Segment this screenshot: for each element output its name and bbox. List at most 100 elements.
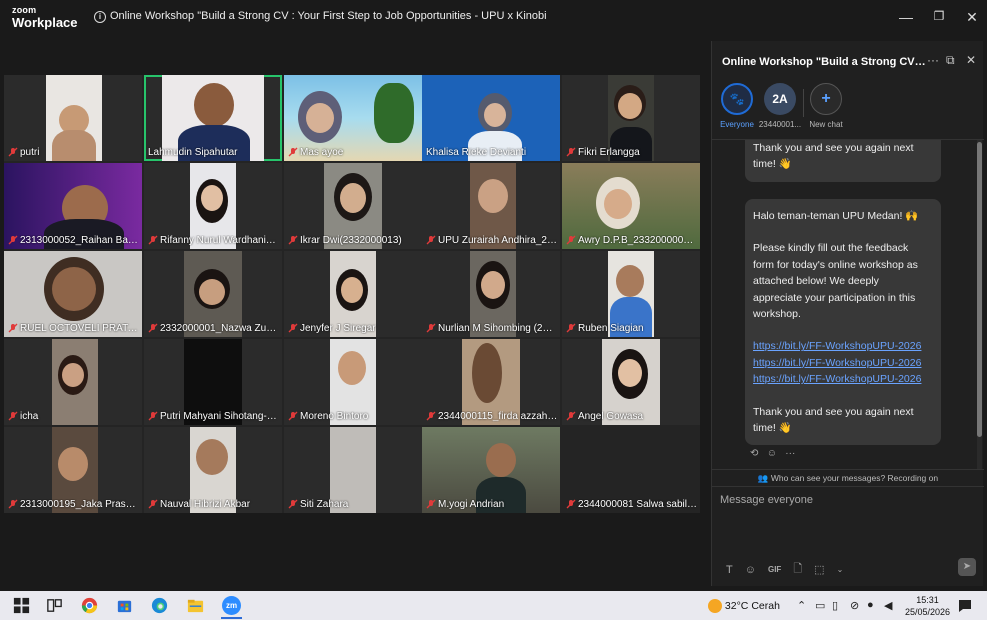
video-tile[interactable]: Jenyfer J Siregar <box>284 251 422 337</box>
task-view-icon[interactable] <box>45 596 64 615</box>
zoom-taskbar-icon[interactable]: zm <box>222 596 241 615</box>
send-button[interactable]: ➤ <box>958 558 976 576</box>
participant-name: 2332000001_Nazwa Zuhaira <box>160 323 280 334</box>
chevron-up-icon[interactable]: ⌃ <box>797 599 806 612</box>
participant-name: Siti Zahara <box>300 499 349 510</box>
participant-name: RUEL OCTOVELI PRATAMA ... <box>20 323 140 334</box>
chevron-down-icon[interactable]: ⌄ <box>837 565 844 574</box>
participant-name: M.yogi Andrian <box>438 499 505 510</box>
participant-name: Nauval Hibrizi Akbar <box>160 499 251 510</box>
participant-name: 2313000052_Raihan Bayu P... <box>20 235 140 246</box>
chat-panel: Online Workshop "Build a Strong CV : You… <box>711 41 984 586</box>
compose-toolbar: T ☺ GIF 🗋 ⬚ ⌄ <box>726 560 843 579</box>
video-tile[interactable]: Angel Gowasa <box>562 339 700 425</box>
participant-name: Moreno Bintoro <box>300 411 369 422</box>
video-tile[interactable]: Ruben Siagian <box>562 251 700 337</box>
microphone-icon[interactable]: ● <box>867 599 874 611</box>
video-tile[interactable]: M.yogi Andrian <box>422 427 560 513</box>
sun-icon <box>708 599 722 613</box>
participant-name: Angel Gowasa <box>578 411 644 422</box>
video-tile[interactable]: 2344000115_firda azzahra_... <box>422 339 560 425</box>
participant-name: icha <box>20 411 39 422</box>
video-tile[interactable]: Nauval Hibrizi Akbar <box>144 427 282 513</box>
chat-message: Halo teman-teman UPU Medan! 🙌 Please kin… <box>745 199 941 446</box>
feedback-link[interactable]: https://bit.ly/FF-WorkshopUPU-2026 <box>753 355 933 371</box>
screenshot-icon[interactable]: ⬚ <box>814 563 824 576</box>
video-tile[interactable]: Nurlian M Sihombing (234... <box>422 251 560 337</box>
participant-name: 2344000115_firda azzahra_... <box>438 411 558 422</box>
chrome-icon[interactable] <box>80 596 99 615</box>
video-tile[interactable]: Moreno Bintoro <box>284 339 422 425</box>
video-tile-active-speaker[interactable]: Lahmudin Sipahutar <box>144 75 282 161</box>
tab-new-chat[interactable]: + New chat <box>798 83 854 129</box>
battery-icon[interactable]: ▯ <box>832 599 838 612</box>
plus-icon: + <box>810 83 842 115</box>
restore-icon[interactable]: ❐ <box>929 9 949 23</box>
notification-icon[interactable] <box>958 599 972 613</box>
volume-icon[interactable]: ◀ <box>884 599 892 612</box>
feedback-link[interactable]: https://bit.ly/FF-WorkshopUPU-2026 <box>753 371 933 387</box>
minimize-icon[interactable]: — <box>896 9 916 25</box>
participant-name: Rifanny Nurul Wardhani_24... <box>160 235 280 246</box>
emoji-icon[interactable]: ☺ <box>745 564 756 576</box>
message-list[interactable]: Thank you and see you again next time! 👋… <box>712 139 984 469</box>
reply-icon[interactable]: ⟲ <box>750 448 758 459</box>
zoom-window: zoom Workplace i Online Workshop "Build … <box>0 0 987 591</box>
video-tile[interactable]: Siti Zahara <box>284 427 422 513</box>
file-icon[interactable]: 🗋 <box>793 560 802 579</box>
video-tile[interactable]: Fikri Erlangga <box>562 75 700 161</box>
participant-name: UPU Zurairah Andhira_233... <box>438 235 558 246</box>
paw-icon: 🐾 <box>721 83 753 115</box>
feedback-link[interactable]: https://bit.ly/FF-WorkshopUPU-2026 <box>753 338 933 354</box>
emoji-react-icon[interactable]: ☺ <box>767 448 777 459</box>
chat-recipients: 🐾 Everyone 2A 23440001... + New chat <box>712 83 984 139</box>
windows-start-icon[interactable] <box>12 596 31 615</box>
video-tile[interactable]: 2332000001_Nazwa Zuhaira <box>144 251 282 337</box>
video-tile[interactable]: putri <box>4 75 142 161</box>
video-tile[interactable]: 2344000081 Salwa sabila S... <box>562 427 700 513</box>
video-tile[interactable]: Rifanny Nurul Wardhani_24... <box>144 163 282 249</box>
file-explorer-icon[interactable] <box>186 596 205 615</box>
video-tile[interactable]: icha <box>4 339 142 425</box>
more-icon[interactable]: ··· <box>785 448 795 459</box>
info-icon[interactable]: i <box>94 11 106 23</box>
video-tile[interactable]: UPU Zurairah Andhira_233... <box>422 163 560 249</box>
network-icon[interactable]: ▭ <box>815 599 825 612</box>
close-icon[interactable]: ✕ <box>962 9 982 26</box>
window-title: Online Workshop "Build a Strong CV : You… <box>110 10 547 22</box>
mic-off-icon[interactable]: ⊘ <box>850 599 859 612</box>
close-chat-icon[interactable]: ✕ <box>966 53 976 67</box>
scrollbar[interactable] <box>977 140 982 469</box>
video-tile[interactable]: 2313000052_Raihan Bayu P... <box>4 163 142 249</box>
video-tile[interactable]: Awry D.P.B_2332000003_PBI <box>562 163 700 249</box>
video-tile[interactable]: Khalisa Rieke Devianti <box>422 75 560 161</box>
title-bar: zoom Workplace i Online Workshop "Build … <box>0 0 987 37</box>
people-icon: 👥 <box>757 473 769 483</box>
message-input[interactable]: Message everyone <box>720 494 813 506</box>
gif-icon[interactable]: GIF <box>768 565 781 574</box>
message-actions: ⟲ ☺ ··· <box>750 448 795 459</box>
video-tile[interactable]: 2313000195_Jaka Prasetya <box>4 427 142 513</box>
store-icon[interactable] <box>115 596 134 615</box>
video-tile[interactable]: Mas ayoe <box>284 75 422 161</box>
pop-out-icon[interactable]: ⧉ <box>946 53 955 68</box>
participant-name: Khalisa Rieke Devianti <box>426 147 527 158</box>
video-tile[interactable]: Putri Mahyani Sihotang-23... <box>144 339 282 425</box>
clock[interactable]: 15:31 25/05/2026 <box>905 594 950 618</box>
video-tile[interactable]: Ikrar Dwi(2332000013) <box>284 163 422 249</box>
participant-name: Nurlian M Sihombing (234... <box>438 323 558 334</box>
zoom-logo: zoom Workplace <box>12 5 78 30</box>
chat-message: Thank you and see you again next time! 👋 <box>745 140 941 182</box>
weather-widget[interactable]: 32°C Cerah <box>708 599 780 613</box>
format-text-icon[interactable]: T <box>726 564 733 576</box>
video-tile[interactable]: RUEL OCTOVELI PRATAMA ... <box>4 251 142 337</box>
participant-name: Ruben Siagian <box>578 323 644 334</box>
privacy-notice[interactable]: 👥 Who can see your messages? Recording o… <box>712 469 984 487</box>
participant-name: Lahmudin Sipahutar <box>148 147 238 158</box>
participant-name: putri <box>20 147 40 158</box>
participant-name: Jenyfer J Siregar <box>300 323 376 334</box>
participant-name: Putri Mahyani Sihotang-23... <box>160 411 280 422</box>
participant-name: Awry D.P.B_2332000003_PBI <box>578 235 698 246</box>
edge-icon[interactable] <box>150 596 169 615</box>
more-options-icon[interactable]: ··· <box>927 53 939 67</box>
